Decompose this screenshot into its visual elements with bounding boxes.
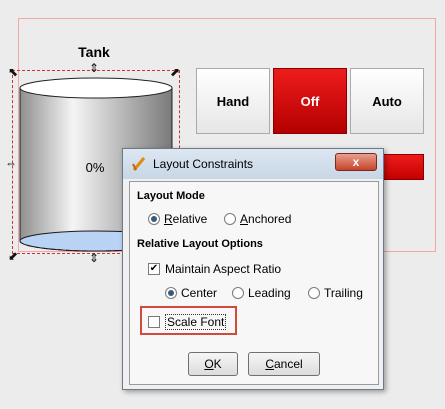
maintain-aspect-ratio-checkbox[interactable]: ✔ Maintain Aspect Ratio bbox=[148, 262, 281, 276]
close-button[interactable]: x bbox=[335, 153, 377, 171]
hand-button[interactable]: Hand bbox=[196, 68, 270, 134]
leading-radio-indicator[interactable] bbox=[232, 287, 244, 299]
relative-radio[interactable]: Relative bbox=[148, 212, 207, 226]
trailing-label: Trailing bbox=[324, 286, 363, 300]
tank-level-value: 0% bbox=[85, 160, 105, 175]
resize-handle-top-left-icon[interactable]: ⬉ bbox=[8, 66, 18, 78]
maintain-aspect-ratio-label: Maintain Aspect Ratio bbox=[165, 262, 282, 276]
ruler-pencil-icon bbox=[132, 157, 146, 171]
resize-handle-bottom-left-icon[interactable]: ⬋ bbox=[8, 250, 18, 262]
tank-title: Tank bbox=[78, 44, 110, 60]
dialog-content: Layout Mode Relative Anchored Relative L… bbox=[129, 181, 379, 385]
relative-radio-indicator[interactable] bbox=[148, 213, 160, 225]
cancel-button[interactable]: Cancel bbox=[248, 352, 320, 376]
maintain-aspect-ratio-check-icon[interactable]: ✔ bbox=[148, 263, 160, 275]
dialog-title-bar[interactable]: Layout Constraints x bbox=[123, 149, 383, 179]
leading-radio[interactable]: Leading bbox=[232, 286, 291, 300]
resize-handle-left-icon[interactable]: ⇔ bbox=[5, 157, 17, 169]
ok-button[interactable]: OK bbox=[188, 352, 238, 376]
leading-label: Leading bbox=[248, 286, 291, 300]
layout-mode-heading: Layout Mode bbox=[137, 190, 205, 202]
trailing-radio[interactable]: Trailing bbox=[308, 286, 363, 300]
resize-handle-top-icon[interactable]: ⇕ bbox=[89, 62, 99, 74]
mode-button-group: Hand Off Auto bbox=[196, 68, 427, 134]
center-radio[interactable]: Center bbox=[165, 286, 217, 300]
anchored-radio[interactable]: Anchored bbox=[224, 212, 291, 226]
center-radio-indicator[interactable] bbox=[165, 287, 177, 299]
relative-options-heading: Relative Layout Options bbox=[137, 238, 263, 250]
layout-constraints-dialog: Layout Constraints x Layout Mode Relativ… bbox=[122, 148, 384, 390]
center-label: Center bbox=[181, 286, 218, 300]
off-button[interactable]: Off bbox=[273, 68, 347, 134]
anchored-radio-indicator[interactable] bbox=[224, 213, 236, 225]
scale-font-highlight-box bbox=[140, 306, 237, 335]
dialog-title: Layout Constraints bbox=[153, 157, 254, 171]
auto-button[interactable]: Auto bbox=[350, 68, 424, 134]
trailing-radio-indicator[interactable] bbox=[308, 287, 320, 299]
relative-label: Relative bbox=[164, 212, 208, 226]
anchored-label: Anchored bbox=[240, 212, 292, 226]
